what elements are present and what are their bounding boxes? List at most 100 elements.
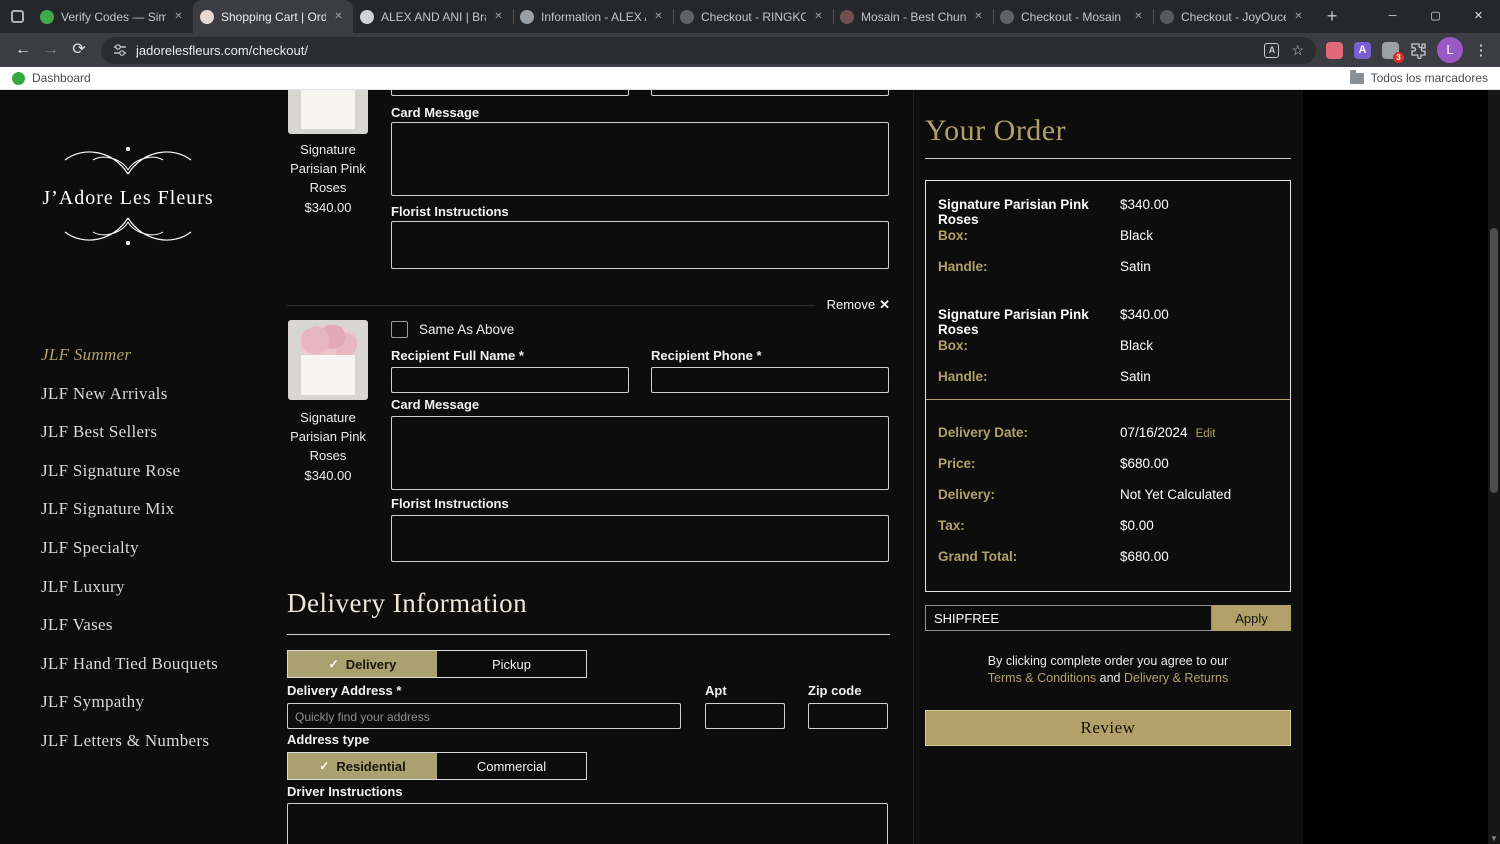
tab-mosain-knit[interactable]: Mosain - Best Chunky Kni ✕ bbox=[833, 0, 993, 33]
all-bookmarks-folder-icon bbox=[1349, 69, 1364, 84]
tab-close-icon[interactable]: ✕ bbox=[651, 9, 666, 24]
tab-close-icon[interactable]: ✕ bbox=[971, 9, 986, 24]
maximize-button[interactable]: ▢ bbox=[1414, 0, 1457, 33]
tab-close-icon[interactable]: ✕ bbox=[491, 9, 506, 24]
sidebar-item-jlf-signature-rose[interactable]: JLF Signature Rose bbox=[41, 452, 218, 491]
tab-checkout-ringko[interactable]: Checkout - RINGKO ✕ bbox=[673, 0, 833, 33]
scrollbar-thumb[interactable] bbox=[1490, 228, 1498, 493]
apt-input[interactable] bbox=[705, 703, 785, 729]
remove-x-icon: ✕ bbox=[879, 297, 890, 312]
apt-label: Apt bbox=[705, 683, 727, 698]
tab-information-alex[interactable]: Information - ALEX AND A ✕ bbox=[513, 0, 673, 33]
product-thumbnail-1 bbox=[288, 90, 368, 134]
address-type-commercial[interactable]: Commercial bbox=[437, 753, 586, 779]
terms-conditions-link[interactable]: Terms & Conditions bbox=[988, 671, 1096, 685]
bookmark-dashboard[interactable]: Dashboard bbox=[32, 71, 91, 85]
florist-instructions-textarea-2[interactable] bbox=[391, 515, 889, 562]
totals-divider bbox=[926, 399, 1290, 400]
box-value: Black bbox=[1120, 228, 1154, 243]
separator-line bbox=[287, 304, 815, 306]
extension-icon-a[interactable]: A bbox=[1354, 41, 1371, 59]
tab-close-icon[interactable]: ✕ bbox=[1131, 9, 1146, 24]
bookmark-star-icon[interactable]: ☆ bbox=[1291, 42, 1304, 59]
sidebar-item-jlf-vases[interactable]: JLF Vases bbox=[41, 606, 218, 645]
extension-icon-badged[interactable]: 3 bbox=[1382, 41, 1404, 63]
sidebar-item-jlf-sympathy[interactable]: JLF Sympathy bbox=[41, 683, 218, 722]
browser-menu-icon[interactable]: ⋮ bbox=[1471, 41, 1491, 59]
tab-search-icon[interactable] bbox=[11, 10, 24, 23]
close-window-button[interactable]: ✕ bbox=[1457, 0, 1500, 33]
reload-button[interactable]: ⟳ bbox=[65, 36, 93, 64]
url-text[interactable]: jadorelesfleurs.com/checkout/ bbox=[136, 43, 1264, 58]
forward-button[interactable]: → bbox=[37, 36, 65, 64]
recipient-phone-input-1[interactable] bbox=[651, 90, 889, 96]
card-message-textarea-2[interactable] bbox=[391, 416, 889, 490]
bookmarks-bar: Dashboard Todos los marcadores bbox=[0, 67, 1500, 90]
same-as-above-label: Same As Above bbox=[419, 322, 515, 337]
coupon-code-input[interactable] bbox=[925, 605, 1212, 631]
sidebar-item-jlf-hand-tied[interactable]: JLF Hand Tied Bouquets bbox=[41, 645, 218, 684]
translate-icon[interactable]: A bbox=[1264, 42, 1280, 58]
tab-shopping-cart[interactable]: Shopping Cart | Order Flo ✕ bbox=[193, 0, 353, 33]
address-bar[interactable]: jadorelesfleurs.com/checkout/ A ☆ bbox=[101, 36, 1316, 64]
extension-icon-coupon[interactable] bbox=[1326, 41, 1343, 59]
tab-close-icon[interactable]: ✕ bbox=[1291, 9, 1306, 24]
edit-delivery-date-link[interactable]: Edit bbox=[1196, 428, 1216, 440]
sidebar-item-jlf-best-sellers[interactable]: JLF Best Sellers bbox=[41, 413, 218, 452]
extension-badge: 3 bbox=[1393, 51, 1404, 63]
order-attribute-row: Handle: Satin bbox=[938, 259, 1280, 274]
extensions-puzzle-icon[interactable] bbox=[1410, 42, 1427, 59]
site-settings-icon[interactable] bbox=[113, 43, 127, 57]
tab-close-icon[interactable]: ✕ bbox=[811, 9, 826, 24]
product-name: Signature Parisian Pink Roses bbox=[290, 410, 366, 463]
delivery-method-pickup[interactable]: Pickup bbox=[437, 651, 586, 677]
zip-code-input[interactable] bbox=[808, 703, 888, 729]
site-logo[interactable]: J’Adore Les Fleurs bbox=[0, 142, 256, 255]
product-price: $340.00 bbox=[304, 200, 352, 215]
delivery-returns-link[interactable]: Delivery & Returns bbox=[1124, 671, 1228, 685]
card-message-textarea-1[interactable] bbox=[391, 122, 889, 196]
recipient-name-input-2[interactable] bbox=[391, 367, 629, 393]
sidebar-item-jlf-signature-mix[interactable]: JLF Signature Mix bbox=[41, 490, 218, 529]
sidebar-item-jlf-new-arrivals[interactable]: JLF New Arrivals bbox=[41, 375, 218, 414]
review-button[interactable]: Review bbox=[925, 710, 1291, 746]
logo-flourish-bottom bbox=[64, 217, 192, 245]
minimize-button[interactable]: ─ bbox=[1371, 0, 1414, 33]
delivery-method-delivery[interactable]: ✓ Delivery bbox=[288, 651, 437, 677]
sidebar-item-jlf-letters[interactable]: JLF Letters & Numbers bbox=[41, 722, 218, 761]
driver-instructions-textarea[interactable] bbox=[287, 803, 888, 844]
address-type-residential[interactable]: ✓ Residential bbox=[288, 753, 437, 779]
same-as-above-checkbox[interactable] bbox=[391, 321, 408, 338]
tab-checkout-mosain[interactable]: Checkout - Mosain ✕ bbox=[993, 0, 1153, 33]
tab-favicon bbox=[520, 9, 534, 24]
page-viewport: J’Adore Les Fleurs JLF Summer JLF New Ar… bbox=[0, 90, 1500, 844]
tab-verify-codes[interactable]: Verify Codes — SimplyCo ✕ bbox=[33, 0, 193, 33]
page-scrollbar[interactable]: ▼ bbox=[1488, 90, 1500, 844]
tab-favicon bbox=[40, 9, 54, 24]
delivery-address-input[interactable] bbox=[287, 703, 681, 729]
tab-checkout-joyouce[interactable]: Checkout - JoyOuce ✕ bbox=[1153, 0, 1313, 33]
tab-close-icon[interactable]: ✕ bbox=[171, 9, 186, 24]
recipient-name-input-1[interactable] bbox=[391, 90, 629, 96]
remove-item-link[interactable]: Remove ✕ bbox=[827, 297, 890, 313]
sidebar-item-jlf-summer[interactable]: JLF Summer bbox=[41, 336, 218, 375]
tab-alex-and-ani[interactable]: ALEX AND ANI | Bracelets ✕ bbox=[353, 0, 513, 33]
florist-instructions-textarea-1[interactable] bbox=[391, 221, 889, 269]
recipient-phone-input-2[interactable] bbox=[651, 367, 889, 393]
all-bookmarks-link[interactable]: Todos los marcadores bbox=[1371, 71, 1488, 85]
apply-coupon-button[interactable]: Apply bbox=[1212, 605, 1291, 631]
sidebar-item-jlf-luxury[interactable]: JLF Luxury bbox=[41, 568, 218, 607]
delivery-method-toggle: ✓ Delivery Pickup bbox=[287, 650, 587, 678]
back-button[interactable]: ← bbox=[9, 36, 37, 64]
tab-title: Mosain - Best Chunky Kni bbox=[861, 9, 966, 24]
profile-avatar[interactable]: L bbox=[1437, 37, 1463, 63]
tab-close-icon[interactable]: ✕ bbox=[331, 9, 346, 24]
product-caption-1: Signature Parisian Pink Roses $340.00 bbox=[287, 140, 369, 217]
scroll-down-arrow-icon[interactable]: ▼ bbox=[1488, 834, 1500, 843]
tab-favicon bbox=[680, 9, 694, 24]
summary-row-price: Price: $680.00 bbox=[938, 456, 1169, 471]
box-label: Box: bbox=[938, 338, 968, 353]
tab-strip: Verify Codes — SimplyCo ✕ Shopping Cart … bbox=[0, 0, 1500, 33]
sidebar-item-jlf-specialty[interactable]: JLF Specialty bbox=[41, 529, 218, 568]
new-tab-button[interactable]: + bbox=[1319, 4, 1345, 30]
